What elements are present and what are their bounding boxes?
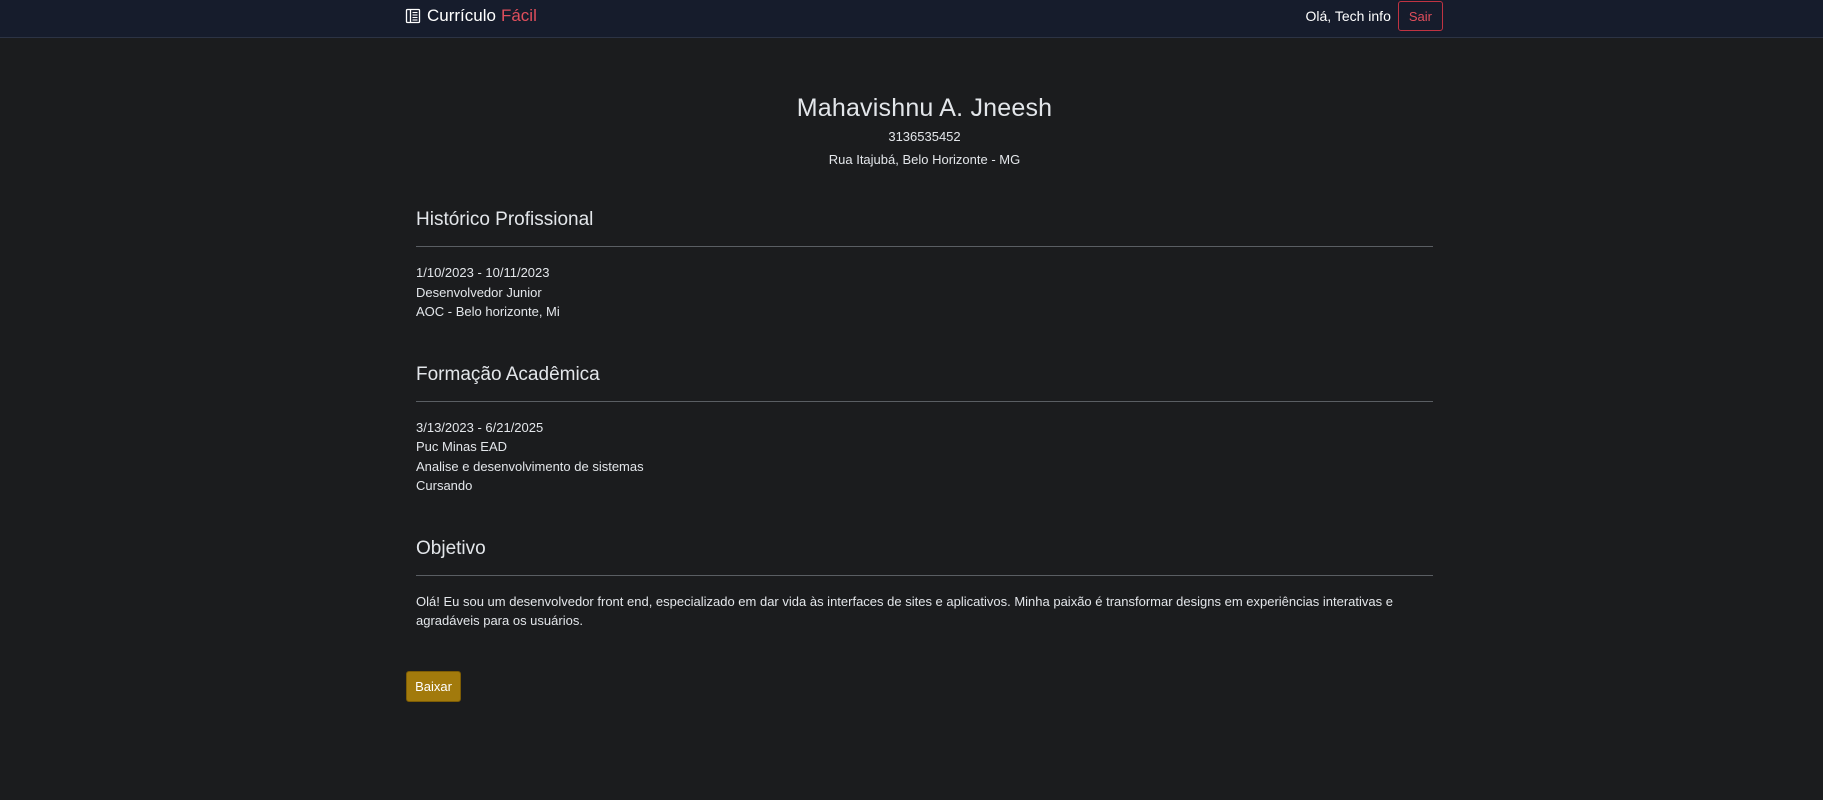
section-title-professional: Histórico Profissional: [416, 209, 1433, 247]
logout-button[interactable]: Sair: [1397, 1, 1443, 31]
objective-section: Objetivo Olá! Eu sou um desenvolvedor fr…: [416, 538, 1433, 631]
education-section: Formação Acadêmica 3/13/2023 - 6/21/2025…: [416, 364, 1433, 496]
brand-name-accent: Fácil: [500, 6, 537, 25]
education-institution: Puc Minas EAD: [416, 439, 508, 454]
person-name: Mahavishnu A. Jneesh: [796, 94, 1053, 122]
professional-history-section: Histórico Profissional 1/10/2023 - 10/11…: [416, 209, 1433, 322]
resume-content: Mahavishnu A. Jneesh 3136535452 Rua Itaj…: [416, 38, 1433, 631]
download-button[interactable]: Baixar: [406, 671, 461, 702]
top-navbar: Currículo Fácil Olá, Tech info Sair: [0, 0, 1823, 38]
user-greeting: Olá, Tech info: [1305, 8, 1391, 24]
job-company: AOC - Belo horizonte, Mi: [416, 304, 560, 319]
education-period: 3/13/2023 - 6/21/2025: [416, 419, 544, 435]
section-title-objective: Objetivo: [416, 538, 1433, 576]
book-icon: [405, 8, 421, 24]
job-role: Desenvolvedor Junior: [416, 284, 542, 300]
person-phone: 3136535452: [888, 129, 961, 144]
section-title-education: Formação Acadêmica: [416, 364, 1433, 402]
education-course: Analise e desenvolvimento de sistemas: [416, 458, 644, 474]
person-address: Rua Itajubá, Belo Horizonte - MG: [828, 152, 1021, 167]
brand-name: Currículo: [427, 6, 496, 25]
resume-header: Mahavishnu A. Jneesh 3136535452 Rua Itaj…: [416, 38, 1433, 167]
professional-entry: 1/10/2023 - 10/11/2023 Desenvolvedor Jun…: [416, 263, 1433, 322]
brand-link[interactable]: Currículo Fácil: [405, 6, 537, 26]
education-entry: 3/13/2023 - 6/21/2025 Puc Minas EAD Anal…: [416, 418, 1433, 496]
education-status: Cursando: [416, 478, 473, 493]
job-period: 1/10/2023 - 10/11/2023: [416, 265, 550, 280]
objective-text: Olá! Eu sou um desenvolvedor front end, …: [416, 593, 1393, 629]
user-area: Olá, Tech info Sair: [1306, 1, 1443, 31]
